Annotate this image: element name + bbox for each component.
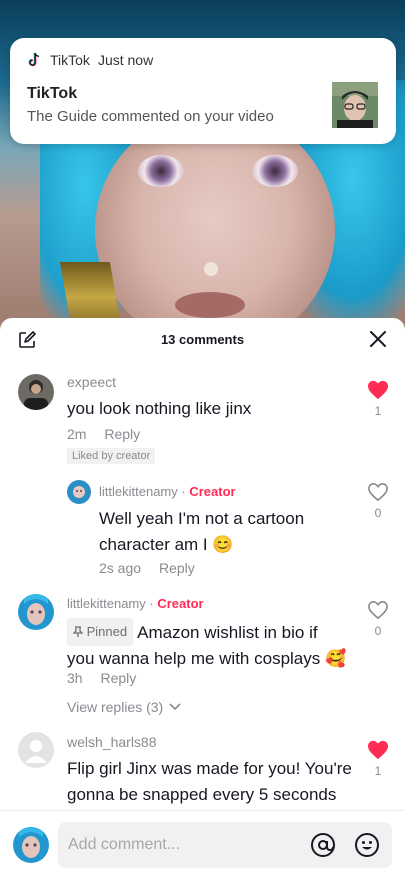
pin-icon [72, 626, 84, 637]
comment-text: you look nothing like jinx [67, 399, 252, 418]
pinned-badge: Pinned [67, 618, 134, 646]
reply-button[interactable]: Reply [100, 670, 136, 686]
avatar[interactable] [18, 594, 54, 630]
comment-username[interactable]: littlekittenamy [99, 484, 178, 499]
view-replies-button[interactable]: View replies (3) [67, 699, 181, 715]
video-mouth [175, 292, 245, 318]
heart-outline-icon [368, 482, 388, 502]
comments-header: 13 comments [0, 318, 405, 360]
comment-text-line: gonna be snapped every 5 seconds [67, 785, 337, 804]
like-button[interactable]: 1 [365, 740, 391, 778]
my-avatar[interactable] [13, 827, 49, 863]
like-button[interactable]: 1 [365, 380, 391, 418]
notification-thumbnail [332, 82, 378, 128]
comment-text-line: you wanna help me with cosplays 🥰 [67, 649, 347, 668]
user-photo-icon [332, 82, 378, 128]
comment-time: 2m [67, 426, 87, 442]
comment-text-line: Well yeah I'm not a cartoon [99, 509, 305, 528]
comment-meta: 3h Reply [67, 670, 136, 686]
creator-badge: Creator [157, 596, 204, 611]
comment-text: Pinned Amazon wishlist in bio if you wan… [67, 618, 367, 672]
liked-by-creator-badge: Liked by creator [67, 448, 156, 464]
avatar[interactable] [18, 374, 54, 410]
comment-text-line: character am I 😊 [99, 535, 234, 554]
creator-badge: Creator [189, 484, 236, 499]
notification-header: TikTok Just now [26, 52, 153, 68]
avatar[interactable] [67, 480, 91, 504]
heart-outline-icon [368, 600, 388, 620]
video-nose-stud [204, 262, 218, 276]
heart-filled-icon [368, 740, 388, 760]
comment-username-row: littlekittenamy · Creator [67, 596, 204, 611]
notification-time: Just now [97, 52, 154, 68]
comment-text-line: Flip girl Jinx was made for you! You're [67, 759, 352, 778]
tiktok-logo-icon [28, 52, 40, 67]
at-icon[interactable] [310, 832, 336, 858]
comment-username[interactable]: littlekittenamy [67, 596, 146, 611]
comment-input-container [58, 822, 392, 868]
emoji-icon[interactable] [354, 832, 380, 858]
comments-count-title: 13 comments [160, 332, 245, 347]
notification-app-name: TikTok [50, 52, 90, 68]
comment-meta: 2s ago Reply [99, 560, 195, 576]
smile-emoji: 😊 [212, 535, 234, 554]
chevron-down-icon [169, 703, 181, 711]
like-button[interactable]: 0 [365, 482, 391, 520]
tiktok-screen: TikTok Just now TikTok The Guide comment… [0, 0, 405, 878]
notification-body: The Guide commented on your video [27, 108, 274, 125]
like-count: 0 [374, 624, 382, 638]
comment-time: 2s ago [99, 560, 142, 576]
reply-button[interactable]: Reply [159, 560, 195, 576]
video-eye-right [252, 155, 298, 187]
push-notification[interactable]: TikTok Just now TikTok The Guide comment… [10, 38, 396, 144]
comment-input-bar [0, 810, 405, 878]
comment-time: 3h [67, 670, 83, 686]
reply-button[interactable]: Reply [104, 426, 140, 442]
reply-username-row: littlekittenamy · Creator [99, 484, 236, 499]
video-eye-left [138, 155, 184, 187]
comment-text: Flip girl Jinx was made for you! You're … [67, 756, 367, 806]
close-icon[interactable] [369, 330, 387, 348]
like-count: 1 [374, 764, 382, 778]
like-button[interactable]: 0 [365, 600, 391, 638]
comment-input[interactable] [68, 822, 288, 868]
comment-username[interactable]: expeect [67, 374, 116, 390]
comment-text-line: Pinned Amazon wishlist in bio if [67, 618, 367, 646]
comment-meta: 2m Reply [67, 426, 140, 442]
default-avatar-icon[interactable] [18, 732, 54, 768]
notification-title: TikTok [27, 85, 78, 102]
comments-sheet: 13 comments expeect you look nothing lik… [0, 318, 405, 878]
comment-username[interactable]: welsh_harls88 [67, 734, 157, 750]
like-count: 1 [374, 404, 382, 418]
heart-filled-icon [368, 380, 388, 400]
love-emoji: 🥰 [324, 649, 347, 668]
like-count: 0 [374, 506, 382, 520]
comment-text: Well yeah I'm not a cartoon character am… [99, 506, 304, 558]
